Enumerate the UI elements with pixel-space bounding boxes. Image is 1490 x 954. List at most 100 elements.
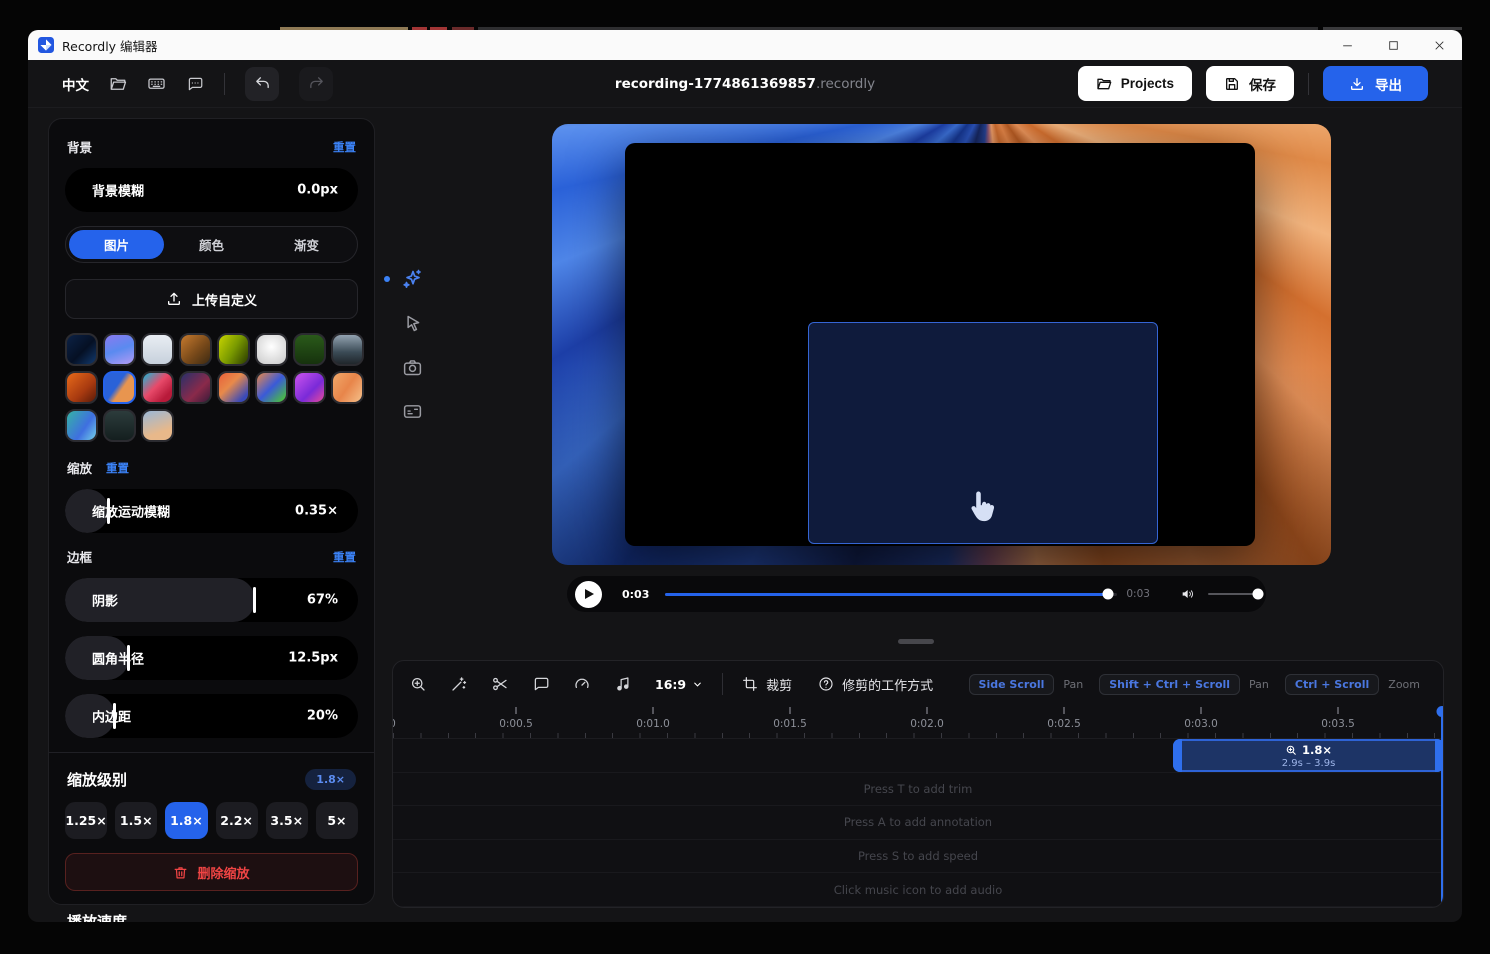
zoom-level-option-1.5×[interactable]: 1.5× bbox=[115, 802, 157, 839]
timeline-ruler[interactable]: 0:00.00:00.50:01.00:01.50:02.00:02.50:03… bbox=[393, 707, 1443, 739]
timeline-lane-trim[interactable]: Press T to add trim bbox=[393, 773, 1443, 807]
background-thumbnail-violet[interactable] bbox=[293, 371, 326, 404]
corner-radius-slider[interactable]: 圆角半径 12.5px bbox=[65, 636, 358, 680]
camera-tool[interactable] bbox=[397, 352, 427, 382]
slider-handle[interactable] bbox=[253, 587, 256, 613]
playhead[interactable] bbox=[1441, 707, 1443, 904]
speaker-icon[interactable] bbox=[1180, 586, 1196, 602]
background-thumbnail-aurora-dark[interactable] bbox=[65, 333, 98, 366]
background-thumbnail-ember[interactable] bbox=[65, 371, 98, 404]
background-thumbnail-prism[interactable] bbox=[255, 371, 288, 404]
panel-resize-handle[interactable] bbox=[898, 639, 934, 644]
zoom-segment[interactable]: 1.8× 2.9s – 3.9s bbox=[1173, 739, 1444, 772]
playhead-handle[interactable] bbox=[1437, 706, 1445, 717]
export-button[interactable]: 导出 bbox=[1323, 66, 1428, 101]
playback-speed-title: 播放速度 bbox=[67, 911, 127, 922]
background-thumbnail-night-peak[interactable] bbox=[103, 409, 136, 442]
background-thumbnail-autumn[interactable] bbox=[179, 333, 212, 366]
background-thumbnail-mountain-lake[interactable] bbox=[331, 333, 364, 366]
redo-button[interactable] bbox=[299, 67, 333, 101]
card-icon bbox=[402, 401, 423, 422]
zoom-level-option-1.8×[interactable]: 1.8× bbox=[165, 802, 207, 839]
background-tab-2[interactable]: 渐变 bbox=[259, 230, 354, 259]
progress-knob[interactable] bbox=[1103, 589, 1114, 600]
background-reset-link[interactable]: 重置 bbox=[333, 139, 356, 155]
timeline-lane-annotation[interactable]: Press A to add annotation bbox=[393, 806, 1443, 840]
save-button[interactable]: 保存 bbox=[1206, 66, 1294, 101]
download-icon bbox=[1349, 76, 1365, 92]
background-thumbnail-greenery[interactable] bbox=[293, 333, 326, 366]
background-thumbnail-purple-haze[interactable] bbox=[103, 333, 136, 366]
shadow-slider[interactable]: 阴影 67% bbox=[65, 578, 358, 622]
border-section-title: 边框 bbox=[67, 547, 92, 566]
zoom-level-option-5×[interactable]: 5× bbox=[316, 802, 358, 839]
background-thumbnail-soft-clouds[interactable] bbox=[141, 409, 174, 442]
open-folder-icon[interactable] bbox=[109, 75, 127, 93]
active-tool-dot bbox=[384, 276, 390, 282]
zoom-level-option-3.5×[interactable]: 3.5× bbox=[266, 802, 308, 839]
zoom-motion-blur-slider[interactable]: 缩放运动模糊 0.35× bbox=[65, 489, 358, 533]
video-preview[interactable] bbox=[552, 124, 1331, 565]
trim-help-button[interactable]: 修剪的工作方式 bbox=[818, 675, 933, 694]
ruler-tick bbox=[926, 707, 928, 714]
ruler-label-0:03.5: 0:03.5 bbox=[1321, 718, 1355, 730]
zoom-level-option-2.2×[interactable]: 2.2× bbox=[216, 802, 258, 839]
minimize-button[interactable] bbox=[1324, 30, 1370, 60]
background-thumbnail-sunset-blue[interactable] bbox=[217, 371, 250, 404]
projects-button[interactable]: Projects bbox=[1078, 66, 1192, 101]
undo-button[interactable] bbox=[245, 67, 279, 101]
scroll-shortcut-hints: Side ScrollPanShift + Ctrl + ScrollPanCt… bbox=[969, 674, 1427, 695]
background-blur-slider[interactable]: 背景模糊 0.0px bbox=[65, 168, 358, 212]
top-toolbar: 中文 recording-1774861369857.recordly bbox=[28, 60, 1462, 108]
shortcut-action-0: Pan bbox=[1063, 678, 1083, 691]
background-tab-0[interactable]: 图片 bbox=[69, 230, 164, 259]
window-title: Recordly 编辑器 bbox=[62, 36, 158, 55]
crop-button[interactable]: 裁剪 bbox=[742, 675, 792, 694]
zoom-segment-range: 2.9s – 3.9s bbox=[1282, 758, 1336, 769]
timeline-lane-speed[interactable]: Press S to add speed bbox=[393, 840, 1443, 874]
delete-zoom-button[interactable]: 删除缩放 bbox=[65, 853, 358, 891]
zoom-reset-link[interactable]: 重置 bbox=[106, 460, 129, 476]
keyboard-icon[interactable] bbox=[147, 74, 166, 93]
scissors-icon[interactable] bbox=[491, 675, 509, 693]
speed-gauge-icon[interactable] bbox=[573, 675, 591, 693]
background-thumbnail-dusk[interactable] bbox=[179, 371, 212, 404]
cursor-tool[interactable] bbox=[397, 308, 427, 338]
music-note-icon[interactable] bbox=[614, 675, 632, 693]
shortcut-action-2: Zoom bbox=[1388, 678, 1420, 691]
zoom-section-title: 缩放 bbox=[67, 458, 92, 477]
background-thumbnail-big-sur[interactable] bbox=[141, 371, 174, 404]
background-thumbnail-peach-rays[interactable] bbox=[331, 371, 364, 404]
zoom-level-title: 缩放级别 bbox=[67, 769, 127, 790]
background-tab-1[interactable]: 颜色 bbox=[164, 230, 259, 259]
background-thumbnail-white-ripple[interactable] bbox=[255, 333, 288, 366]
maximize-button[interactable] bbox=[1370, 30, 1416, 60]
progress-bar[interactable] bbox=[665, 593, 1117, 596]
background-thumbnail-sequoia[interactable] bbox=[103, 371, 136, 404]
aspect-ratio-select[interactable]: 16:9 bbox=[655, 677, 703, 692]
background-thumbnail-snow[interactable] bbox=[141, 333, 174, 366]
timeline-lane-audio[interactable]: Click music icon to add audio bbox=[393, 873, 1443, 907]
volume-knob[interactable] bbox=[1253, 589, 1264, 600]
play-icon bbox=[585, 589, 594, 599]
border-reset-link[interactable]: 重置 bbox=[333, 549, 356, 565]
card-tool[interactable] bbox=[397, 396, 427, 426]
padding-slider[interactable]: 内边距 20% bbox=[65, 694, 358, 738]
timeline-panel: 16:9 裁剪 修剪的工作方式 Side ScrollPanShift + Ct… bbox=[392, 660, 1444, 908]
close-button[interactable] bbox=[1416, 30, 1462, 60]
volume-slider[interactable] bbox=[1208, 593, 1258, 596]
zoom-region-overlay[interactable] bbox=[808, 322, 1158, 544]
comment-icon[interactable] bbox=[186, 75, 204, 93]
magic-wand-icon[interactable] bbox=[450, 675, 468, 693]
settings-sidebar: 背景 重置 背景模糊 0.0px 图片颜色渐变 上传自定义 缩放 重置 缩放运动… bbox=[48, 118, 375, 905]
background-thumbnail-chartreuse[interactable] bbox=[217, 333, 250, 366]
play-button[interactable] bbox=[575, 581, 602, 608]
shortcut-action-1: Pan bbox=[1249, 678, 1269, 691]
language-button[interactable]: 中文 bbox=[62, 74, 89, 94]
zoom-level-option-1.25×[interactable]: 1.25× bbox=[65, 802, 107, 839]
annotation-bubble-icon[interactable] bbox=[532, 675, 550, 693]
zoom-effect-tool[interactable] bbox=[397, 264, 427, 294]
background-thumbnail-teal-rays[interactable] bbox=[65, 409, 98, 442]
timeline-zoom-in-icon[interactable] bbox=[409, 675, 427, 693]
upload-custom-button[interactable]: 上传自定义 bbox=[65, 279, 358, 319]
